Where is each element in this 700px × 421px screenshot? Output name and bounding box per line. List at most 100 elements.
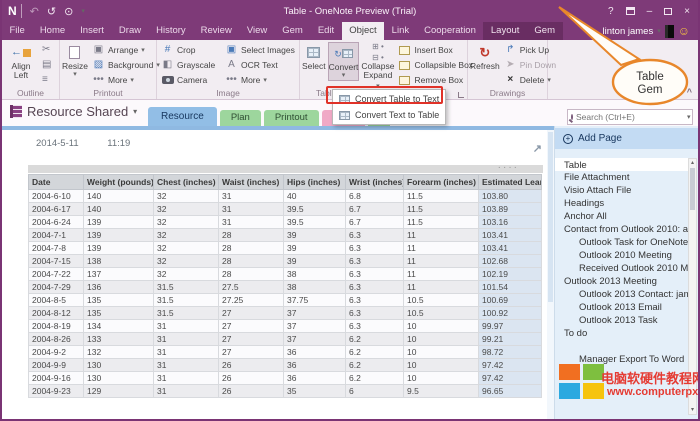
table-cell[interactable]: 10	[404, 346, 479, 359]
table-cell[interactable]: 6.8	[346, 190, 404, 203]
table-cell[interactable]: 11	[404, 281, 479, 294]
ribbon-tab[interactable]: Home	[32, 22, 72, 40]
table-cell[interactable]: 103.41	[479, 229, 542, 242]
table-cell[interactable]: 103.80	[479, 190, 542, 203]
table-cell[interactable]: 135	[84, 307, 154, 320]
table-cell[interactable]: 11	[404, 255, 479, 268]
table-cell[interactable]: 134	[84, 320, 154, 333]
table-cell[interactable]: 28	[219, 268, 284, 281]
table-cell[interactable]: 97.42	[479, 372, 542, 385]
ribbon-tab[interactable]: History	[149, 22, 194, 40]
table-cell[interactable]: 100.69	[479, 294, 542, 307]
table-cell[interactable]: 6.3	[346, 255, 404, 268]
table-cell[interactable]: 31	[154, 385, 219, 398]
ribbon-tab[interactable]: Link	[384, 22, 416, 40]
table-cell[interactable]: 26	[219, 359, 284, 372]
table-cell[interactable]: 139	[84, 242, 154, 255]
table-header-cell[interactable]: Date	[29, 175, 84, 190]
table-cell[interactable]: 100.92	[479, 307, 542, 320]
table-cell[interactable]: 28	[219, 229, 284, 242]
page-list-item[interactable]: Outlook 2010 Meeting	[555, 249, 688, 262]
table-cell[interactable]: 35	[284, 385, 346, 398]
table-cell[interactable]: 6.3	[346, 242, 404, 255]
table-cell[interactable]: 103.41	[479, 242, 542, 255]
table-cell[interactable]: 31	[219, 216, 284, 229]
table-header-cell[interactable]: Forearm (inches)	[404, 175, 479, 190]
align-left-button[interactable]: ← Align Left	[4, 42, 38, 81]
paste-button[interactable]: ▤	[40, 58, 53, 72]
table-cell[interactable]: 6.7	[346, 203, 404, 216]
ribbon-tab[interactable]: Review	[193, 22, 239, 40]
table-cell[interactable]: 2004-8-26	[29, 333, 84, 346]
insert-box-button[interactable]: Insert Box	[396, 43, 475, 57]
ribbon-tab[interactable]: Gem	[275, 22, 311, 40]
page-list-item[interactable]: File Attachment	[555, 171, 688, 184]
table-cell[interactable]: 37	[284, 320, 346, 333]
grayscale-button[interactable]: ◧Grayscale	[159, 58, 221, 72]
table-cell[interactable]: 6.2	[346, 359, 404, 372]
page-list-item[interactable]: Table	[555, 158, 688, 171]
table-cell[interactable]: 11	[404, 242, 479, 255]
arrange-button[interactable]: ▣Arrange▾	[90, 43, 162, 57]
page-list-item[interactable]: Headings	[555, 197, 688, 210]
table-cell[interactable]: 31.5	[154, 307, 219, 320]
table-cell[interactable]: 99.21	[479, 333, 542, 346]
table-cell[interactable]: 2004-8-19	[29, 320, 84, 333]
refresh-button[interactable]: ↻ Refresh	[470, 42, 500, 71]
page-list-item[interactable]: Outlook 2013 Contact: jam	[555, 288, 688, 301]
table-cell[interactable]: 6.2	[346, 346, 404, 359]
search-scope-caret-icon[interactable]: ▾	[687, 113, 691, 121]
table-cell[interactable]: 37	[284, 307, 346, 320]
table-cell[interactable]: 137	[84, 268, 154, 281]
table-cell[interactable]: 139	[84, 229, 154, 242]
table-cell[interactable]: 6.3	[346, 229, 404, 242]
table-cell[interactable]: 103.16	[479, 216, 542, 229]
table-cell[interactable]: 27.5	[219, 281, 284, 294]
cut-button[interactable]: ✂	[40, 43, 53, 57]
table-cell[interactable]: 2004-6-10	[29, 190, 84, 203]
notebook-dropdown[interactable]: Resource Shared ▾	[10, 104, 137, 119]
table-dialog-launcher-icon[interactable]	[458, 92, 464, 98]
select-button[interactable]: Select	[302, 42, 326, 71]
table-cell[interactable]: 32	[154, 229, 219, 242]
table-cell[interactable]: 96.65	[479, 385, 542, 398]
table-cell[interactable]: 6.3	[346, 281, 404, 294]
table-cell[interactable]: 31.5	[154, 281, 219, 294]
outline-levels-button[interactable]: ≡	[40, 73, 53, 87]
page-list-item[interactable]: Outlook 2013 Task	[555, 314, 688, 327]
scrollbar-thumb[interactable]	[690, 168, 695, 210]
table-cell[interactable]: 31	[219, 203, 284, 216]
collapsible-box-button[interactable]: Collapsible Box	[396, 58, 475, 72]
table-cell[interactable]: 140	[84, 190, 154, 203]
content-scrollbar[interactable]	[547, 130, 554, 419]
select-images-button[interactable]: ▣Select Images	[223, 43, 297, 57]
table-cell[interactable]: 138	[84, 255, 154, 268]
table-cell[interactable]: 6.2	[346, 333, 404, 346]
table-cell[interactable]: 32	[154, 255, 219, 268]
ocr-text-button[interactable]: AOCR Text	[223, 58, 297, 72]
table-cell[interactable]: 31	[154, 346, 219, 359]
background-button[interactable]: ▨Background▾	[90, 58, 162, 72]
table-cell[interactable]: 31	[154, 333, 219, 346]
table-cell[interactable]: 2004-9-23	[29, 385, 84, 398]
table-cell[interactable]: 32	[154, 203, 219, 216]
table-cell[interactable]: 130	[84, 372, 154, 385]
table-cell[interactable]: 39	[284, 255, 346, 268]
search-box[interactable]: ▾	[567, 109, 693, 125]
table-cell[interactable]: 31	[219, 190, 284, 203]
table-cell[interactable]: 2004-9-9	[29, 359, 84, 372]
table-header-cell[interactable]: Chest (inches)	[154, 175, 219, 190]
table-cell[interactable]: 31.5	[154, 294, 219, 307]
table-cell[interactable]: 2004-8-12	[29, 307, 84, 320]
table-cell[interactable]: 2004-7-1	[29, 229, 84, 242]
table-cell[interactable]: 26	[219, 385, 284, 398]
ribbon-tab[interactable]: Layout	[483, 22, 527, 40]
table-cell[interactable]: 26	[219, 372, 284, 385]
table-header-cell[interactable]: Hips (inches)	[284, 175, 346, 190]
back-icon[interactable]: ↶	[30, 5, 39, 18]
expand-arrow-icon[interactable]: ↗	[533, 142, 542, 155]
table-cell[interactable]: 99.97	[479, 320, 542, 333]
ribbon-tab[interactable]: Cooperation	[417, 22, 484, 40]
page-list-item[interactable]: Outlook 2013 Email	[555, 301, 688, 314]
table-cell[interactable]: 98.72	[479, 346, 542, 359]
